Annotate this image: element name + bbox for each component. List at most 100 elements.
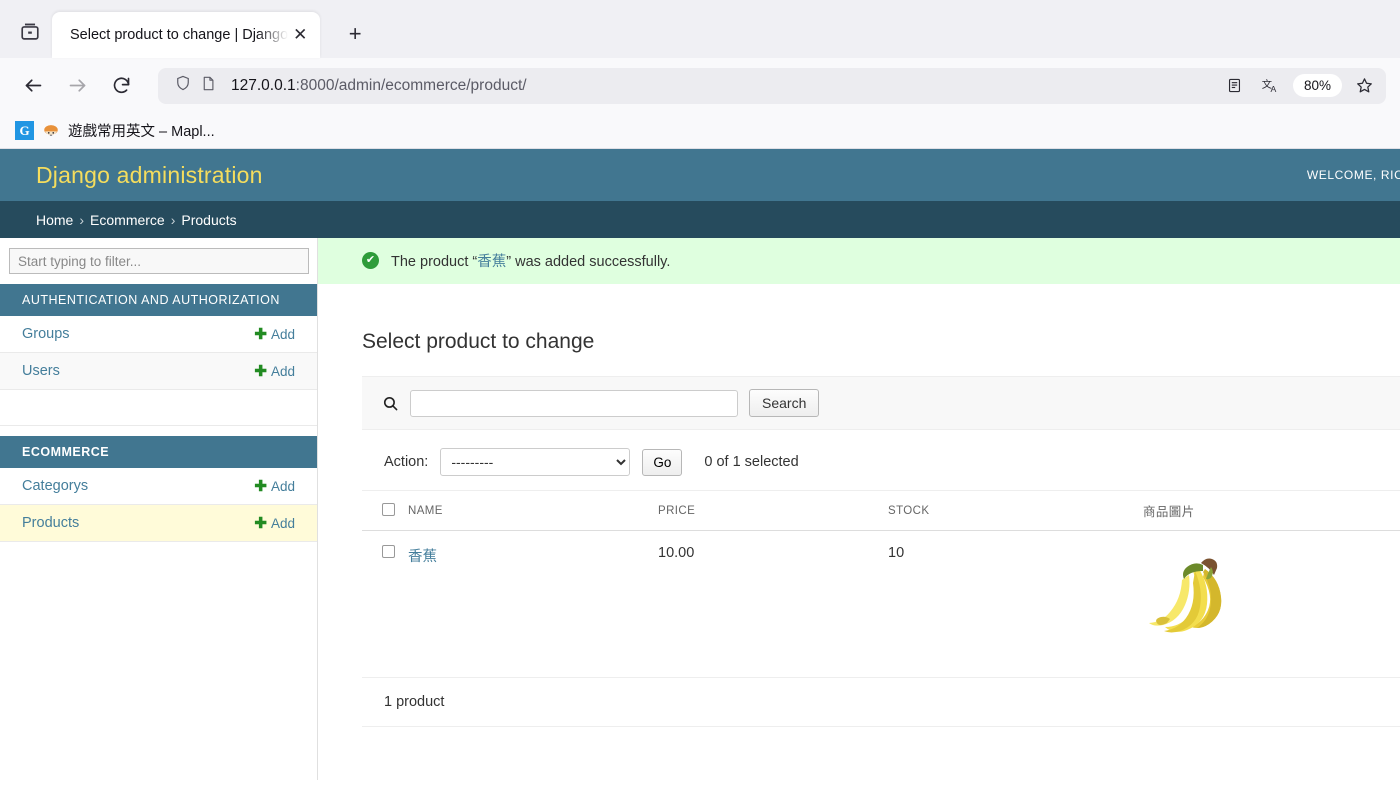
breadcrumb-separator: › — [79, 211, 85, 228]
selection-counter: 0 of 1 selected — [704, 454, 799, 470]
shield-icon[interactable] — [174, 74, 192, 97]
plus-icon: ✚ — [254, 363, 267, 380]
sidebar-filter-input[interactable] — [9, 248, 309, 274]
browser-tab[interactable]: Select product to change | Django ✕ — [52, 12, 321, 58]
url-path: :8000/admin/ecommerce/product/ — [295, 76, 527, 94]
add-groups-link[interactable]: ✚ Add — [254, 325, 295, 343]
message-product-name: 香蕉 — [477, 254, 507, 270]
check-circle-icon: ✔ — [362, 252, 379, 269]
translate-icon[interactable]: 文 A — [1255, 71, 1287, 101]
sidebar-item-label[interactable]: Groups — [22, 326, 70, 342]
close-icon[interactable]: ✕ — [288, 23, 312, 47]
bookmarks-bar: G 遊戲常用英文 – Mapl... — [0, 113, 1400, 149]
message-suffix: ” was added successfully. — [506, 254, 671, 270]
reader-mode-icon[interactable] — [1219, 71, 1251, 101]
add-label: Add — [270, 363, 295, 379]
admin-content: ✔ The product “香蕉” was added successfull… — [318, 238, 1400, 780]
app-caption-auth[interactable]: AUTHENTICATION AND AUTHORIZATION — [0, 284, 317, 316]
bookmark-item[interactable]: G 遊戲常用英文 – Mapl... — [10, 117, 220, 144]
sidebar-item-label[interactable]: Categorys — [22, 478, 88, 494]
cell-stock: 10 — [888, 545, 905, 561]
url-actions: 文 A 80% — [1219, 71, 1380, 101]
user-tools: WELCOME, RICK — [1306, 168, 1400, 182]
table-body: 香蕉 10.00 10 — [362, 531, 1400, 660]
sidebar-spacer — [0, 390, 317, 426]
add-products-link[interactable]: ✚ Add — [254, 514, 295, 532]
url-bar[interactable]: 127.0.0.1:8000/admin/ecommerce/product/ … — [158, 67, 1386, 104]
search-input[interactable] — [410, 389, 738, 417]
breadcrumb-separator: › — [170, 211, 176, 228]
browser-chrome: Select product to change | Django ✕ + 12… — [0, 0, 1400, 149]
url-host: 127.0.0.1 — [231, 76, 296, 94]
page-info-icon[interactable] — [200, 75, 217, 97]
row-checkbox[interactable] — [382, 545, 395, 558]
breadcrumb-products: Products — [181, 211, 237, 228]
back-icon[interactable] — [14, 67, 52, 105]
cell-image — [1143, 531, 1400, 660]
breadcrumb: Home › Ecommerce › Products — [0, 201, 1400, 238]
list-all-tabs-icon[interactable] — [10, 12, 50, 52]
add-label: Add — [270, 478, 295, 494]
plus-icon: ✚ — [254, 515, 267, 532]
plus-icon: ✚ — [254, 478, 267, 495]
table-head: NAME PRICE STOCK 商品圖片 — [362, 490, 1400, 531]
app-caption-ecommerce[interactable]: ECOMMERCE — [0, 436, 317, 468]
bookmark-label: 遊戲常用英文 – Mapl... — [68, 124, 215, 140]
cell-name: 香蕉 — [408, 531, 658, 660]
reload-icon[interactable] — [102, 67, 140, 105]
table-header-row: NAME PRICE STOCK 商品圖片 — [362, 490, 1400, 531]
search-panel: Search — [362, 376, 1400, 430]
sidebar-item-categorys[interactable]: Categorys ✚ Add — [0, 468, 317, 505]
url-text: 127.0.0.1:8000/admin/ecommerce/product/ — [231, 77, 1211, 95]
sidebar-item-label[interactable]: Products — [22, 515, 79, 531]
action-select[interactable]: --------- Delete selected products — [440, 448, 631, 476]
sidebar-item-products[interactable]: Products ✚ Add — [0, 505, 317, 542]
tab-title: Select product to change | Django — [70, 27, 289, 43]
forward-icon[interactable] — [58, 67, 96, 105]
sidebar-item-groups[interactable]: Groups ✚ Add — [0, 316, 317, 353]
bookmark-star-icon[interactable] — [1348, 71, 1380, 101]
results-table: NAME PRICE STOCK 商品圖片 香蕉 10.00 10 — [362, 490, 1400, 659]
admin-body: AUTHENTICATION AND AUTHORIZATION Groups … — [0, 238, 1400, 780]
column-header-name[interactable]: NAME — [408, 490, 658, 531]
sidebar-item-label[interactable]: Users — [22, 363, 60, 379]
site-branding[interactable]: Django administration — [36, 162, 263, 189]
site-icon: G — [15, 121, 34, 140]
new-tab-icon[interactable]: + — [336, 15, 374, 53]
cell-price: 10.00 — [658, 545, 695, 561]
success-message: ✔ The product “香蕉” was added successfull… — [318, 238, 1400, 284]
sidebar-item-users[interactable]: Users ✚ Add — [0, 353, 317, 390]
action-label: Action: — [384, 454, 429, 470]
message-text: The product “香蕉” was added successfully. — [391, 250, 670, 271]
tab-strip: Select product to change | Django ✕ + — [0, 0, 1400, 58]
django-admin-page: Django administration WELCOME, RICK Home… — [0, 149, 1400, 780]
column-header-image[interactable]: 商品圖片 — [1143, 490, 1400, 531]
product-image-bananas — [1143, 558, 1263, 649]
breadcrumb-ecommerce[interactable]: Ecommerce — [90, 212, 165, 228]
zoom-level-badge[interactable]: 80% — [1292, 74, 1342, 97]
product-link[interactable]: 香蕉 — [408, 549, 437, 565]
add-label: Add — [270, 326, 295, 342]
row-select-cell — [362, 531, 408, 660]
go-button[interactable]: Go — [642, 448, 683, 476]
search-button[interactable]: Search — [749, 389, 820, 417]
admin-sidebar: AUTHENTICATION AND AUTHORIZATION Groups … — [0, 238, 318, 780]
message-prefix: The product “ — [391, 254, 478, 270]
select-all-header — [362, 490, 408, 531]
column-header-price[interactable]: PRICE — [658, 490, 888, 531]
svg-text:A: A — [1271, 84, 1277, 94]
add-users-link[interactable]: ✚ Add — [254, 362, 295, 380]
navigation-toolbar: 127.0.0.1:8000/admin/ecommerce/product/ … — [0, 58, 1400, 113]
content-inner: Select product to change Search Action: … — [318, 330, 1400, 727]
add-categorys-link[interactable]: ✚ Add — [254, 477, 295, 495]
actions-bar: Action: --------- Delete selected produc… — [362, 430, 1400, 490]
add-label: Add — [270, 515, 295, 531]
mushroom-icon — [41, 122, 61, 140]
column-header-stock[interactable]: STOCK — [888, 490, 1143, 531]
table-row: 香蕉 10.00 10 — [362, 531, 1400, 660]
paginator: 1 product — [362, 677, 1400, 727]
page-title: Select product to change — [362, 330, 595, 353]
breadcrumb-home[interactable]: Home — [36, 212, 73, 228]
admin-header: Django administration WELCOME, RICK — [0, 149, 1400, 201]
select-all-checkbox[interactable] — [382, 502, 395, 516]
